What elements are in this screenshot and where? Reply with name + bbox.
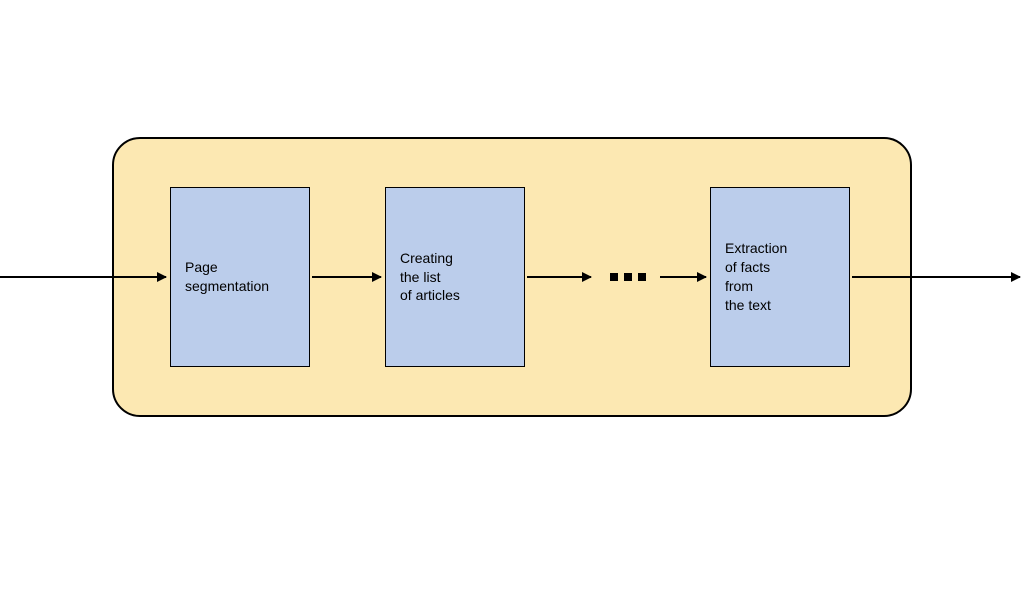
stage-page-segmentation: Pagesegmentation [170,187,310,367]
pipeline-diagram: Pagesegmentation Creatingthe listof arti… [0,0,1024,592]
arrow-1-to-2 [312,276,381,278]
arrow-input [0,276,166,278]
arrow-ellipsis-to-3 [660,276,706,278]
arrow-2-to-ellipsis [527,276,591,278]
stage-label: Creatingthe listof articles [386,249,470,306]
ellipsis-icon [610,273,646,284]
stage-creating-list: Creatingthe listof articles [385,187,525,367]
stage-label: Pagesegmentation [171,258,279,296]
stage-label: Extractionof factsfromthe text [711,239,797,315]
arrow-output [852,276,1020,278]
stage-extraction-facts: Extractionof factsfromthe text [710,187,850,367]
